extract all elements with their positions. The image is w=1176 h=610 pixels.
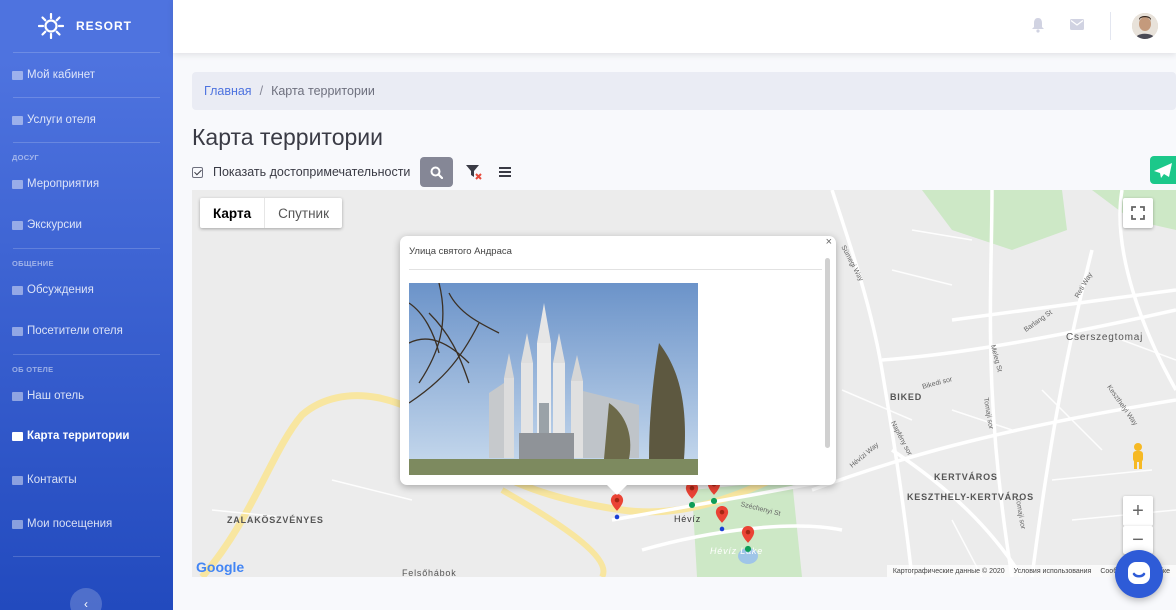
map-pin-marker[interactable] (739, 526, 757, 552)
sidebar-item-label: Карта территории (27, 430, 130, 442)
sidebar-item-contacts[interactable]: Контакты (0, 458, 173, 502)
sidebar-item-discussions[interactable]: Обсуждения (0, 272, 173, 308)
sidebar-heading-communication: ОБЩЕНИЕ (12, 259, 54, 268)
sidebar-item-label: Контакты (27, 474, 77, 486)
show-attractions-label[interactable]: Показать достопримечательности (213, 165, 410, 179)
sidebar-item-services[interactable]: Услуги отеля (0, 98, 173, 142)
google-logo[interactable]: Google (196, 559, 244, 575)
paper-plane-icon (1154, 163, 1172, 178)
bell-icon[interactable] (1031, 17, 1045, 33)
sidebar-item-events[interactable]: Мероприятия (0, 166, 173, 202)
map-type-control: Карта Спутник (200, 198, 343, 228)
envelope-icon[interactable] (1070, 19, 1084, 30)
avatar[interactable] (1132, 13, 1158, 39)
map-icon (12, 431, 23, 441)
sidebar-item-label: Наш отель (27, 390, 85, 402)
map-pin-marker[interactable] (713, 506, 731, 532)
sidebar-heading-about: ОБ ОТЕЛЕ (12, 365, 54, 374)
terms-link[interactable]: Условия использования (1014, 568, 1092, 575)
sidebar-item-territory-map[interactable]: Карта территории (0, 414, 173, 458)
breadcrumb-separator: / (259, 84, 264, 98)
topbar (173, 0, 1176, 53)
church-photo-image (409, 283, 698, 475)
fullscreen-button[interactable] (1123, 198, 1153, 228)
breadcrumb-home-link[interactable]: Главная (204, 84, 252, 98)
info-window-close-button[interactable]: × (826, 236, 832, 248)
sidebar-item-label: Посетители отеля (27, 325, 123, 337)
comments-icon (12, 285, 23, 295)
search-button[interactable] (420, 157, 454, 187)
phone-icon (12, 475, 23, 485)
sidebar-item-label: Услуги отеля (27, 114, 96, 126)
chat-widget-button[interactable] (1115, 550, 1163, 598)
briefcase-icon (12, 70, 23, 80)
sun-logo-icon (38, 13, 64, 39)
walk-icon (12, 519, 23, 529)
map-type-satellite-button[interactable]: Спутник (265, 198, 342, 228)
info-window-scrollbar[interactable] (825, 258, 830, 448)
map-label-place: BIKED (890, 392, 923, 402)
sidebar-item-label: Обсуждения (27, 284, 94, 296)
sidebar-item-label: Экскурсии (27, 219, 82, 231)
map-pin-marker[interactable] (608, 494, 626, 520)
church-photo (409, 283, 698, 475)
breadcrumb: Главная / Карта территории (192, 72, 1176, 110)
sidebar-item-our-hotel[interactable]: Наш отель (0, 378, 173, 414)
zoom-in-button[interactable]: + (1123, 496, 1153, 526)
map-toolbar: Показать достопримечательности (192, 157, 512, 187)
calendar-icon (12, 179, 23, 189)
map-label-place: ZALAKÖSZVÉNYES (227, 515, 324, 525)
sidebar: RESORT Мой кабинет Услуги отеля ДОСУГ Ме… (0, 0, 173, 610)
map-label-place: Hévíz (674, 514, 702, 524)
users-icon (12, 326, 23, 336)
sidebar-heading-leisure: ДОСУГ (12, 153, 39, 162)
sidebar-item-my-visits[interactable]: Мои посещения (0, 502, 173, 546)
sidebar-item-label: Мой кабинет (27, 69, 96, 81)
map-pin-marker[interactable] (683, 482, 701, 508)
menu-icon[interactable] (499, 167, 512, 177)
pegman-button[interactable] (1123, 440, 1153, 472)
filter-clear-icon (466, 165, 483, 180)
share-plane-button[interactable] (1150, 156, 1176, 184)
map-data-credit: Картографические данные © 2020 (892, 567, 1005, 575)
info-icon (12, 391, 23, 401)
info-window-title: Улица святого Андраса (409, 246, 512, 257)
topbar-divider (1110, 12, 1111, 40)
search-icon (430, 166, 444, 179)
clear-filter-button[interactable] (465, 162, 485, 182)
sidebar-item-cabinet[interactable]: Мой кабинет (0, 53, 173, 97)
show-attractions-checkbox[interactable] (192, 166, 203, 178)
sidebar-divider (13, 556, 160, 557)
sidebar-item-label: Мероприятия (27, 178, 100, 190)
bus-icon (12, 220, 23, 230)
pegman-icon (1133, 443, 1143, 469)
map-label-place: Felsőhábok (402, 568, 457, 577)
brand[interactable]: RESORT (0, 0, 173, 52)
map-info-window: Улица святого Андраса × (400, 236, 836, 495)
map-label-place: Cserszegtomaj (1066, 332, 1144, 343)
breadcrumb-current: Карта территории (271, 84, 375, 98)
sidebar-item-visitors[interactable]: Посетители отеля (0, 308, 173, 354)
services-icon (12, 115, 23, 125)
google-logo-text: Google (196, 559, 245, 575)
sidebar-toggle-button[interactable]: ‹ (70, 588, 102, 610)
map-label-place: KERTVÁROS (934, 472, 998, 482)
brand-name: RESORT (76, 19, 133, 33)
chat-icon (1128, 562, 1150, 584)
info-window-divider (409, 269, 822, 270)
page-title: Карта территории (192, 124, 383, 150)
map-type-map-button[interactable]: Карта (200, 198, 266, 228)
sidebar-item-excursions[interactable]: Экскурсии (0, 202, 173, 248)
fullscreen-icon (1131, 206, 1145, 220)
user-avatar-icon (1132, 13, 1158, 39)
sidebar-item-label: Мои посещения (27, 518, 113, 530)
